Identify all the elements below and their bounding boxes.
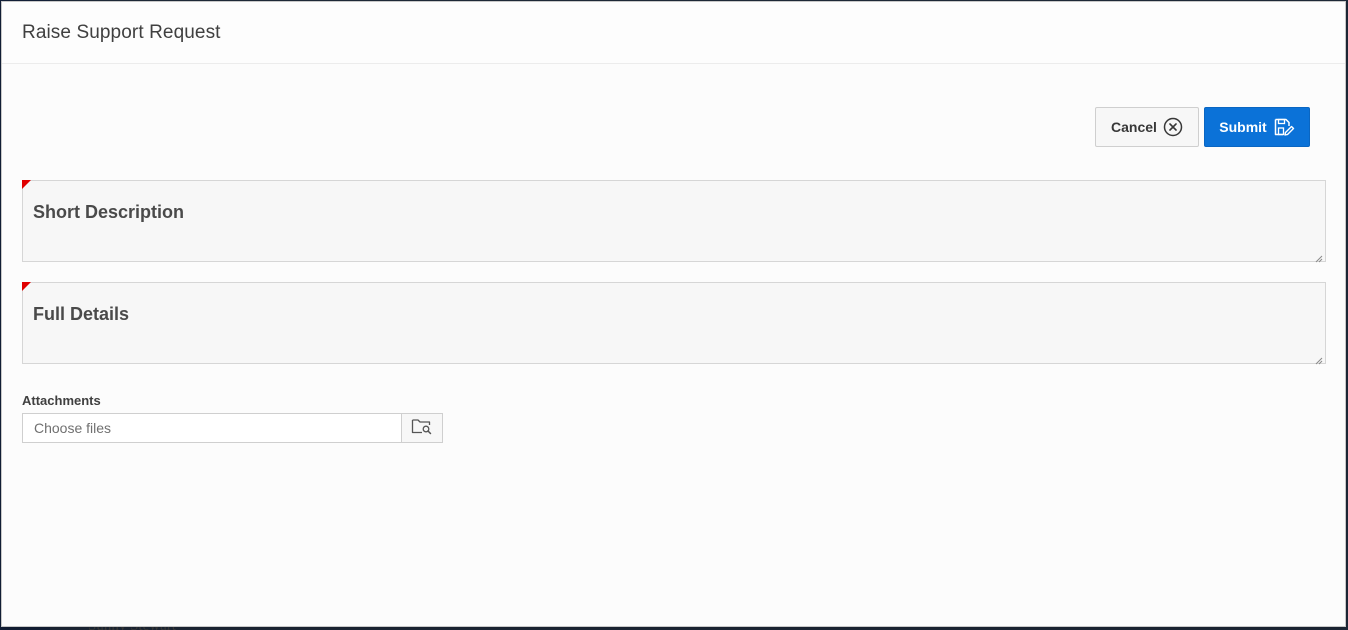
- submit-button-label: Submit: [1219, 119, 1267, 135]
- save-edit-icon: [1273, 117, 1295, 137]
- cancel-button-label: Cancel: [1111, 119, 1157, 135]
- dialog-title: Raise Support Request: [22, 21, 221, 43]
- full-details-label: Full Details: [33, 304, 130, 324]
- short-description-field[interactable]: Short Description: [22, 180, 1326, 263]
- attachments-label: Attachments: [22, 393, 101, 408]
- attachments-file-input[interactable]: Choose files: [22, 413, 402, 443]
- browse-files-button[interactable]: [401, 413, 443, 443]
- dialog-header: Raise Support Request: [2, 2, 1345, 64]
- submit-button[interactable]: Submit: [1204, 107, 1310, 147]
- short-description-label: Short Description: [33, 202, 185, 222]
- support-request-dialog: Raise Support Request Cancel Submit Shor…: [1, 1, 1346, 627]
- cancel-button[interactable]: Cancel: [1095, 107, 1199, 147]
- attachments-placeholder: Choose files: [34, 420, 112, 436]
- full-details-field[interactable]: Full Details: [22, 282, 1326, 365]
- folder-search-icon: [411, 417, 433, 440]
- required-indicator: [22, 282, 31, 291]
- required-indicator: [22, 180, 31, 189]
- circle-x-icon: [1163, 117, 1183, 137]
- resize-grip-icon[interactable]: [1314, 250, 1323, 263]
- resize-grip-icon[interactable]: [1314, 352, 1323, 365]
- dialog-button-bar: Cancel Submit: [1095, 107, 1310, 147]
